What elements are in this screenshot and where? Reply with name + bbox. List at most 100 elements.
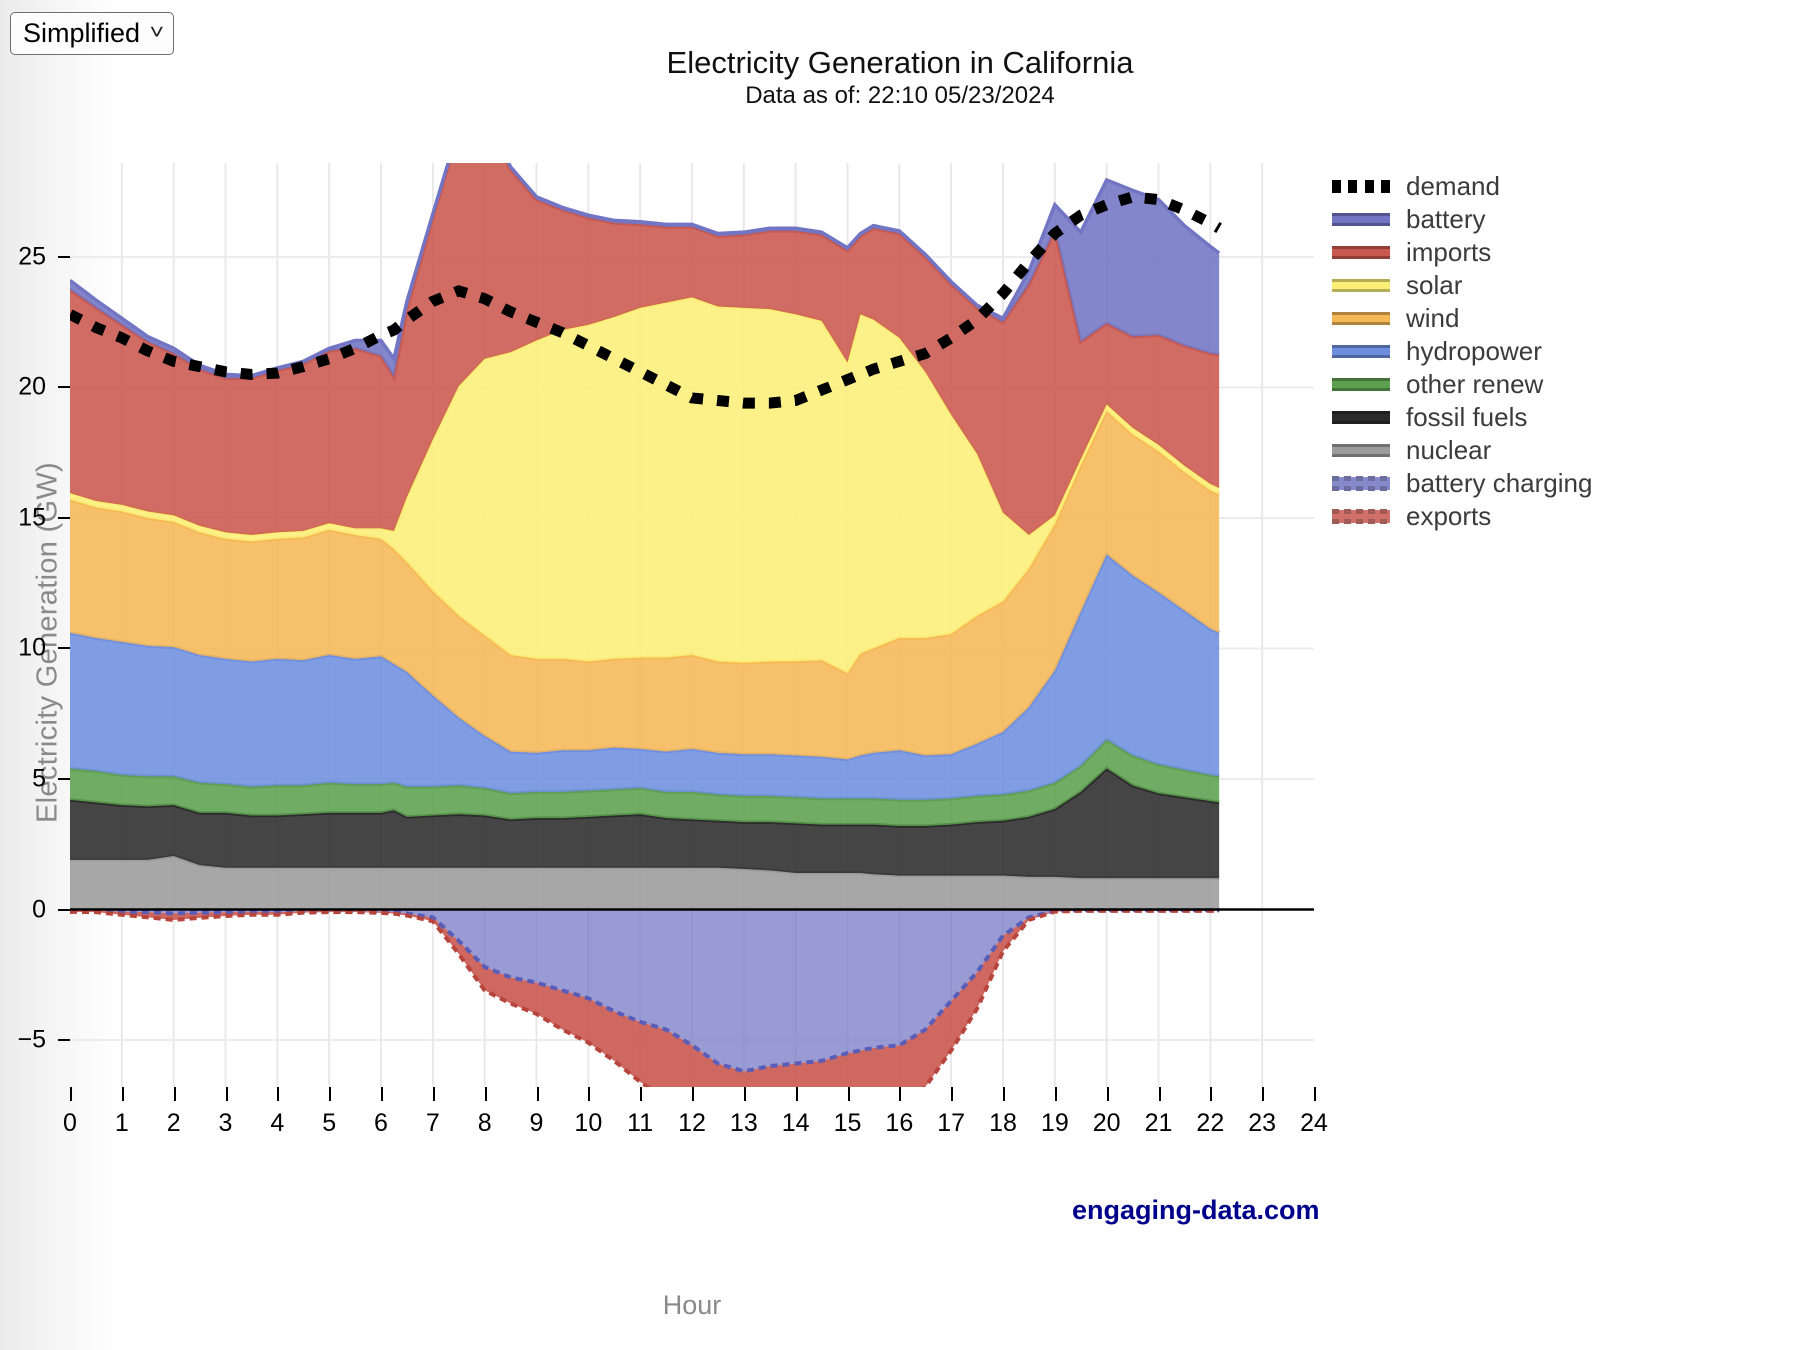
legend-item-nuclear[interactable]: nuclear (1332, 434, 1592, 467)
y-tick-mark (58, 908, 70, 911)
y-tick-label: 0 (32, 895, 46, 923)
x-axis-label: Hour (662, 1290, 722, 1320)
legend-label: imports (1406, 237, 1492, 267)
x-tick-label: 7 (425, 1109, 440, 1137)
y-tick-mark (58, 1039, 70, 1042)
x-tick-mark (1262, 1087, 1265, 1101)
x-tick-mark (381, 1087, 383, 1101)
legend-item-wind[interactable]: wind (1332, 302, 1592, 335)
x-tick-mark (1158, 1087, 1161, 1101)
legend-label: exports (1406, 501, 1492, 531)
legend-swatch (1332, 312, 1390, 325)
x-tick-mark (484, 1087, 487, 1101)
legend-item-battery-charging[interactable]: battery charging (1332, 467, 1592, 500)
y-tick-mark (58, 386, 70, 389)
x-tick-mark (70, 1087, 72, 1101)
x-tick-label: 5 (322, 1109, 337, 1137)
x-tick-label: 4 (270, 1109, 285, 1137)
x-tick-label: 6 (374, 1109, 388, 1137)
y-tick-mark (58, 255, 70, 258)
x-tick-mark (225, 1087, 228, 1101)
x-tick-label: 9 (529, 1109, 544, 1137)
legend-swatch (1332, 476, 1390, 491)
legend-label: other renew (1406, 369, 1544, 399)
x-tick-mark (536, 1087, 539, 1101)
legend-item-hydropower[interactable]: hydropower (1332, 335, 1592, 368)
view-mode-select[interactable]: Simplified ˅ (10, 12, 174, 55)
legend-item-battery[interactable]: battery (1332, 203, 1592, 236)
y-tick-label: 15 (18, 503, 46, 532)
x-tick-mark (795, 1087, 798, 1101)
y-tick-label: 20 (18, 372, 46, 401)
x-tick-mark (1210, 1087, 1213, 1101)
x-tick-label: 16 (885, 1109, 914, 1137)
chart-title: Electricity Generation in California (666, 45, 1134, 80)
y-tick-mark (58, 778, 70, 780)
legend-swatch (1332, 246, 1390, 259)
legend-label: demand (1406, 171, 1500, 201)
legend-item-solar[interactable]: solar (1332, 269, 1592, 302)
x-tick-label: 2 (166, 1109, 181, 1137)
x-tick-label: 10 (574, 1109, 603, 1137)
chevron-down-icon: ˅ (149, 22, 165, 44)
legend-label: nuclear (1406, 435, 1492, 465)
x-tick-label: 15 (833, 1109, 862, 1137)
chart-subtitle: Data as of: 22:10 05/23/2024 (745, 82, 1055, 109)
legend-label: wind (1406, 303, 1460, 333)
x-axis-ticks: 0 1 2 3 4 5 6 7 8 9 10 11 12 13 14 15 16 17 18 19 20 21 22 23 24 (63, 1087, 1328, 1157)
legend-swatch (1332, 345, 1390, 358)
x-tick-mark (329, 1087, 332, 1101)
legend-label: battery (1406, 204, 1486, 234)
y-tick-label: 5 (32, 764, 46, 793)
x-tick-mark (640, 1087, 643, 1101)
legend-item-imports[interactable]: imports (1332, 236, 1592, 269)
x-tick-mark (1054, 1087, 1057, 1101)
legend-swatch (1332, 411, 1390, 424)
x-tick-label: 8 (477, 1109, 492, 1137)
x-tick-mark (692, 1087, 694, 1101)
x-tick-mark (588, 1087, 591, 1101)
x-tick-label: 11 (627, 1109, 654, 1137)
x-tick-label: 0 (63, 1109, 77, 1137)
stacked-area-chart (70, 163, 1314, 1087)
legend-label: battery charging (1406, 468, 1593, 498)
legend-item-other-renew[interactable]: other renew (1332, 368, 1592, 401)
x-tick-mark (1314, 1087, 1316, 1101)
legend-swatch (1332, 378, 1390, 391)
x-tick-label: 17 (937, 1109, 966, 1137)
legend-item-exports[interactable]: exports (1332, 500, 1592, 533)
y-tick-label: 10 (18, 633, 46, 662)
x-tick-label: 22 (1196, 1109, 1225, 1137)
x-tick-label: 13 (729, 1109, 758, 1137)
chart-legend: demand battery imports solar wind hydropower o… (1326, 164, 1601, 539)
y-tick-label: 25 (18, 242, 46, 271)
x-tick-mark (121, 1087, 124, 1101)
x-tick-mark (847, 1087, 850, 1101)
x-tick-mark (1106, 1087, 1109, 1101)
legend-swatch (1332, 509, 1390, 524)
x-tick-label: 20 (1092, 1109, 1121, 1137)
x-tick-mark (432, 1087, 435, 1101)
x-tick-mark (899, 1087, 902, 1101)
y-tick-mark (58, 647, 70, 650)
view-mode-value: Simplified (23, 18, 141, 48)
y-tick-label: −5 (17, 1025, 46, 1054)
x-tick-mark (743, 1087, 746, 1101)
x-tick-label: 14 (781, 1109, 810, 1137)
y-tick-mark (58, 516, 70, 519)
x-tick-label: 3 (218, 1109, 233, 1137)
legend-item-fossil-fuels[interactable]: fossil fuels (1332, 401, 1592, 434)
x-tick-label: 23 (1248, 1109, 1277, 1137)
legend-swatch (1332, 213, 1390, 226)
x-tick-mark (277, 1087, 280, 1101)
x-tick-label: 19 (1040, 1109, 1069, 1137)
x-tick-label: 24 (1300, 1109, 1328, 1137)
x-tick-label: 18 (989, 1109, 1017, 1137)
chart-plot-area (70, 163, 1314, 1087)
x-tick-label: 21 (1144, 1109, 1173, 1137)
legend-label: solar (1406, 270, 1463, 300)
x-tick-label: 12 (678, 1109, 706, 1137)
legend-item-demand[interactable]: demand (1332, 170, 1592, 203)
site-watermark: engaging-data.com (1072, 1195, 1320, 1225)
y-axis-ticks: −5 0 5 10 15 20 25 (0, 163, 70, 1087)
